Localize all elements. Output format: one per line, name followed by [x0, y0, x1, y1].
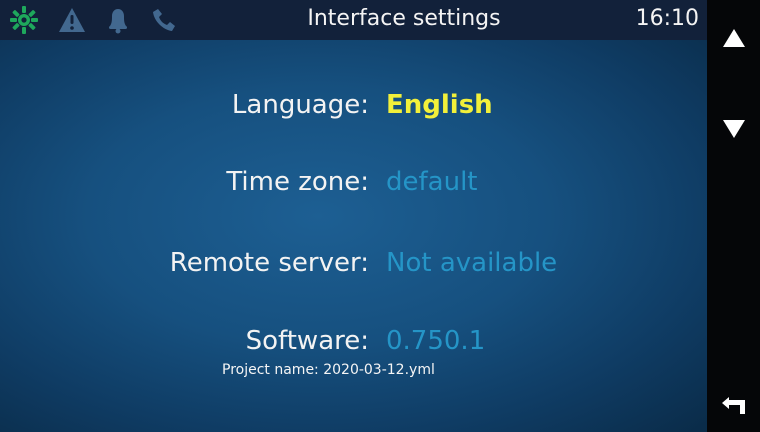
software-version: 0.750.1 — [386, 326, 486, 356]
bell-icon — [109, 9, 127, 34]
hardware-navigation-panel — [707, 0, 760, 432]
remote-server-value[interactable]: Not available — [386, 244, 557, 282]
timezone-value[interactable]: default — [386, 163, 477, 201]
status-icons — [8, 4, 188, 36]
software-label: Software: — [245, 326, 369, 356]
scroll-up-button[interactable] — [707, 12, 760, 64]
software-setting-row: Software: 0.750.1 — [0, 322, 707, 360]
return-arrow-icon — [721, 397, 745, 414]
timezone-setting-row[interactable]: Time zone: default — [0, 163, 707, 201]
language-value[interactable]: English — [386, 86, 493, 124]
remote-server-setting-row[interactable]: Remote server: Not available — [0, 244, 707, 282]
language-setting-row[interactable]: Language: English — [0, 86, 707, 124]
page-title: Interface settings — [307, 6, 501, 31]
top-status-bar: Interface settings 16:10 — [0, 0, 707, 40]
remote-server-label: Remote server: — [169, 248, 369, 278]
down-triangle-icon — [722, 120, 745, 138]
timezone-label: Time zone: — [226, 167, 369, 197]
scroll-down-button[interactable] — [707, 103, 760, 155]
up-triangle-icon — [722, 29, 745, 47]
phone-icon — [153, 9, 175, 31]
language-label: Language: — [231, 90, 369, 120]
clock-time: 16:10 — [635, 6, 699, 31]
back-button[interactable] — [707, 378, 760, 430]
device-display: Interface settings 16:10 Language: Engli… — [0, 0, 760, 432]
gear-icon — [10, 6, 38, 34]
project-name-text: Project name: 2020-03-12.yml — [222, 362, 435, 378]
interface-settings-screen: Interface settings 16:10 Language: Engli… — [0, 0, 707, 432]
warning-icon — [59, 8, 85, 32]
